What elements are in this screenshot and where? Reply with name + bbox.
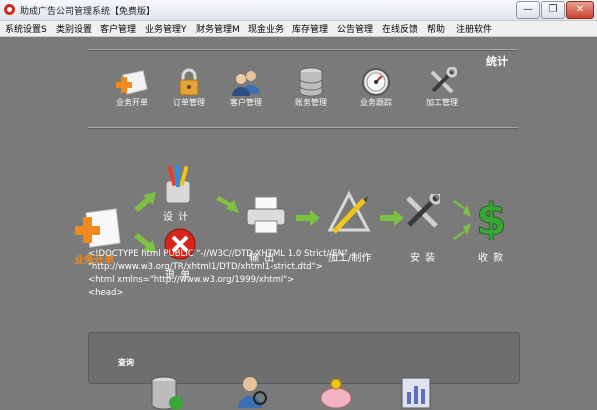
- divider: [88, 127, 518, 129]
- toolbar-account-management[interactable]: 账务管理: [283, 67, 339, 108]
- menu-cash-business[interactable]: 现金业务: [248, 22, 284, 35]
- menu-announcement-management[interactable]: 公告管理: [337, 22, 373, 35]
- gauge-icon: [362, 68, 390, 96]
- menu-business-management[interactable]: 业务管理Y: [145, 22, 187, 35]
- svg-text:$: $: [476, 194, 507, 240]
- toolbar-customer-management[interactable]: 客户管理: [218, 67, 274, 108]
- database-check-icon[interactable]: [148, 375, 186, 410]
- menu-help[interactable]: 帮助: [427, 22, 445, 35]
- arrow-up-right-icon: [134, 192, 156, 212]
- tools-icon: [430, 67, 457, 94]
- menu-finance-management[interactable]: 财务管理M: [196, 22, 240, 35]
- query-label: 查询: [118, 358, 134, 367]
- app-logo-icon: [4, 4, 15, 15]
- window-title: 助成广告公司管理系统【免费版】: [20, 7, 156, 17]
- users-icon: [232, 71, 260, 96]
- lock-icon: [179, 68, 199, 96]
- install-tools-icon[interactable]: [404, 194, 440, 230]
- arrow-branch-icon: [453, 200, 471, 240]
- toolbar-new-order[interactable]: 业务开单: [104, 67, 160, 108]
- arrow-right-icon: [380, 210, 404, 226]
- code-snippet: <!DOCTYPE html PUBLIC "-//W3C//DTD XHTML…: [88, 249, 348, 298]
- menu-system-settings[interactable]: 系统设置S: [5, 22, 47, 35]
- database-icon: [299, 67, 323, 97]
- user-search-icon[interactable]: [236, 374, 270, 410]
- minimize-button[interactable]: —: [516, 1, 540, 19]
- piggy-bank-icon[interactable]: [316, 378, 356, 410]
- toolbar-processing-management[interactable]: 加工管理: [414, 67, 470, 108]
- menu-online-feedback[interactable]: 在线反馈: [382, 22, 418, 35]
- arrow-right-icon: [296, 210, 320, 226]
- design-icon[interactable]: [160, 163, 196, 205]
- menu-bar: 系统设置S 类别设置 客户管理 业务管理Y 财务管理M 现金业务 库存管理 公告…: [0, 21, 597, 37]
- drafting-icon[interactable]: [326, 190, 372, 236]
- close-button[interactable]: ✕: [566, 1, 594, 19]
- dollar-icon[interactable]: $: [474, 194, 510, 240]
- menu-inventory-management[interactable]: 库存管理: [292, 22, 328, 35]
- printer-icon[interactable]: [245, 195, 287, 235]
- menu-customer-management[interactable]: 客户管理: [100, 22, 136, 35]
- flow-design-label: 设 计: [163, 212, 190, 223]
- menu-register-software[interactable]: 注册软件: [456, 22, 492, 35]
- restore-button[interactable]: ❐: [541, 1, 565, 19]
- menu-category-settings[interactable]: 类别设置: [56, 22, 92, 35]
- report-icon[interactable]: [398, 374, 434, 410]
- flow-install-label: 安 装: [410, 253, 437, 264]
- new-order-icon: [116, 70, 148, 95]
- toolbar-business-tracking[interactable]: 业务跟踪: [348, 67, 404, 108]
- title-bar: 助成广告公司管理系统【免费版】 — ❐ ✕: [0, 0, 597, 21]
- toolbar-order-management[interactable]: 订单管理: [161, 67, 217, 108]
- arrow-right-icon: [216, 196, 239, 213]
- statistics-button[interactable]: 统计: [486, 53, 508, 69]
- divider: [88, 49, 518, 51]
- flow-payment-label: 收 款: [478, 253, 505, 264]
